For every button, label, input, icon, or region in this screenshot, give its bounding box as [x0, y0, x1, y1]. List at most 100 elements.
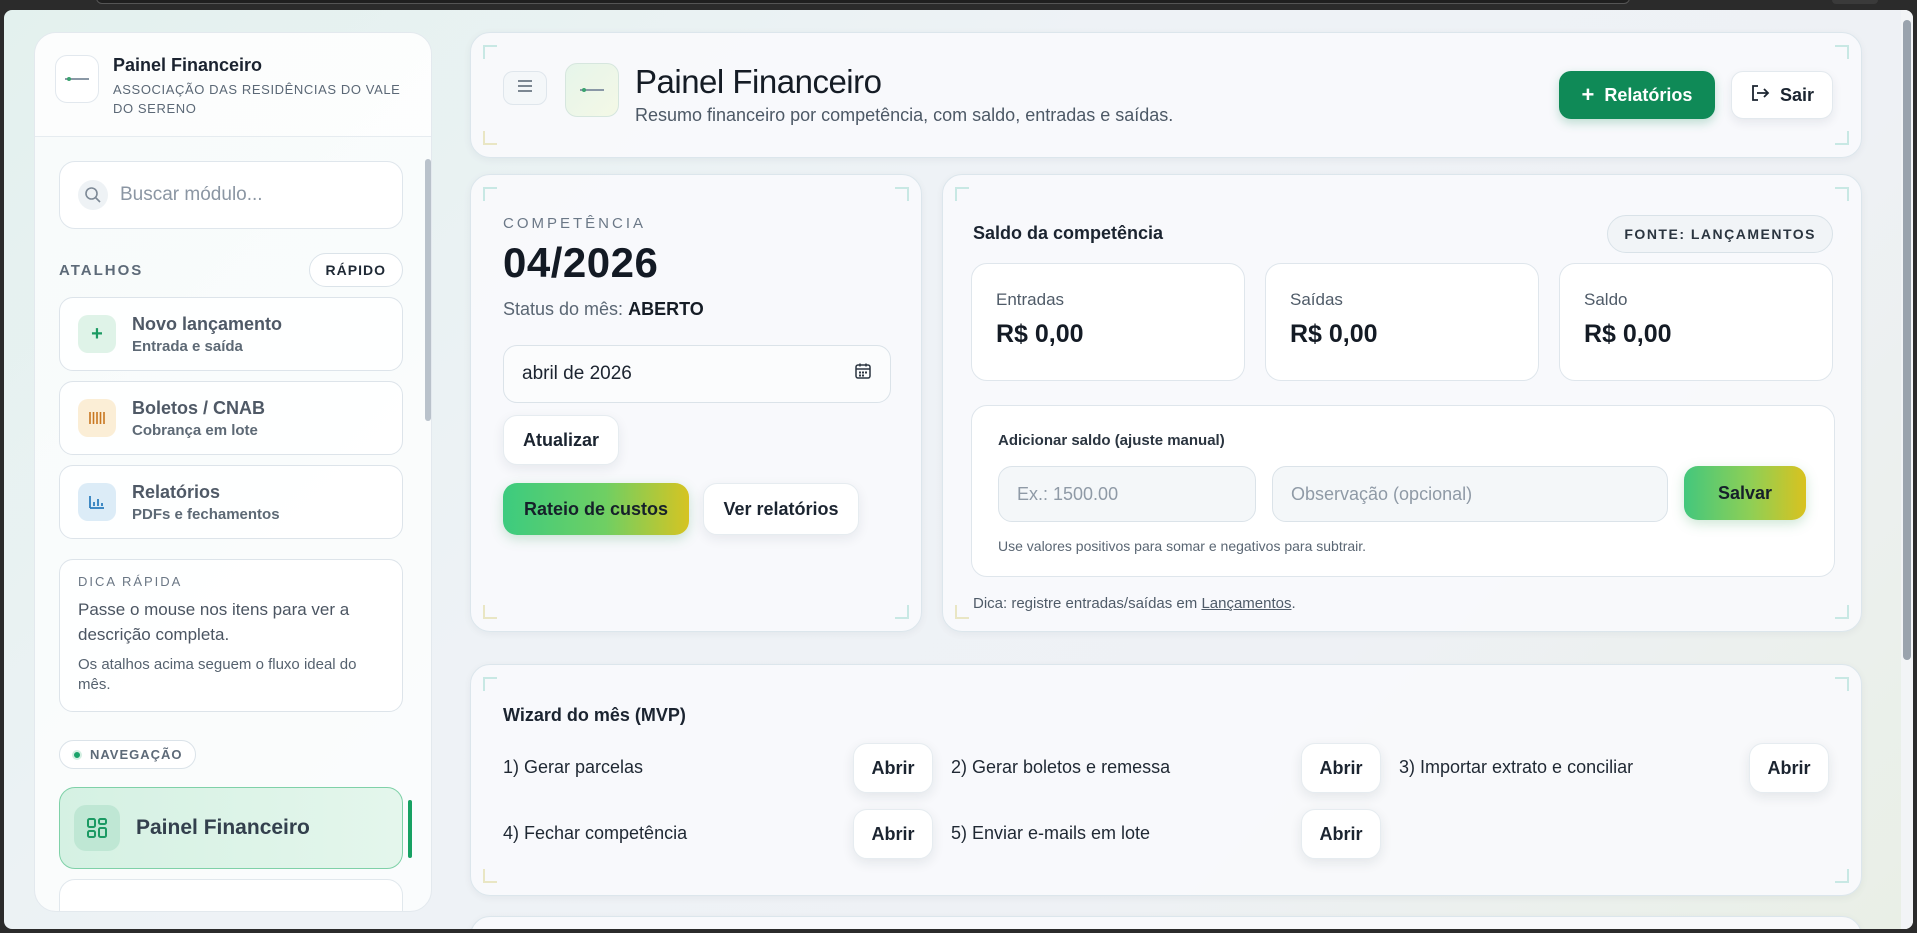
corner-decoration	[483, 605, 497, 619]
wizard-open-button[interactable]: Abrir	[853, 743, 933, 793]
page-scrollbar-track[interactable]	[1901, 10, 1913, 929]
page-title: Painel Financeiro	[635, 63, 882, 100]
metric-label: Entradas	[996, 290, 1065, 309]
plus-icon: +	[78, 315, 116, 353]
month-picker-value: abril de 2026	[522, 363, 632, 384]
metric-label: Saídas	[1290, 290, 1343, 309]
page-subtitle: Resumo financeiro por competência, com s…	[635, 105, 1174, 125]
shortcut-reports[interactable]: Relatórios PDFs e fechamentos	[59, 465, 403, 539]
page-scrollbar-thumb[interactable]	[1903, 20, 1911, 660]
calendar-icon[interactable]	[854, 362, 872, 386]
shortcut-subtitle: Cobrança em lote	[132, 421, 258, 439]
tip-label: DICA RÁPIDA	[78, 574, 183, 589]
corner-decoration	[483, 45, 497, 59]
view-reports-button[interactable]: Ver relatórios	[703, 483, 859, 535]
page-header: Painel Financeiro Resumo financeiro por …	[470, 32, 1862, 158]
corner-decoration	[895, 187, 909, 201]
reports-button-label: Relatórios	[1604, 84, 1693, 105]
wizard-open-button[interactable]: Abrir	[1301, 809, 1381, 859]
corner-decoration	[483, 869, 497, 883]
corner-decoration	[483, 677, 497, 691]
competence-card: COMPETÊNCIA 04/2026 Status do mês: ABERT…	[470, 174, 922, 632]
browser-profile[interactable]	[1832, 0, 1878, 4]
logout-button-label: Sair	[1779, 84, 1815, 105]
corner-decoration	[1835, 45, 1849, 59]
wizard-step: 1) Gerar parcelas	[503, 757, 644, 777]
adjustment-hint: Use valores positivos para somar e negat…	[998, 538, 1367, 554]
balance-tip-suffix: .	[1291, 595, 1296, 612]
corner-decoration	[1835, 677, 1849, 691]
next-section-card	[470, 916, 1862, 929]
association-logo	[55, 55, 99, 103]
shortcuts-label: ATALHOS	[59, 261, 144, 279]
wizard-open-button[interactable]: Abrir	[1749, 743, 1829, 793]
lancamentos-link[interactable]: Lançamentos	[1201, 595, 1291, 612]
corner-decoration	[955, 187, 969, 201]
corner-decoration	[895, 605, 909, 619]
corner-decoration	[1835, 131, 1849, 145]
logout-button[interactable]: Sair	[1731, 71, 1833, 119]
app-viewport: Painel Financeiro ASSOCIAÇÃO DAS RESIDÊN…	[4, 10, 1913, 929]
corner-decoration	[1835, 187, 1849, 201]
wizard-open-button[interactable]: Abrir	[1301, 743, 1381, 793]
status-dot-icon	[72, 749, 82, 760]
shortcut-title: Novo lançamento	[132, 313, 283, 334]
month-picker[interactable]: abril de 2026	[503, 345, 891, 403]
month-wizard: Wizard do mês (MVP) 1) Gerar parcelas Ab…	[470, 664, 1862, 896]
update-button[interactable]: Atualizar	[503, 415, 619, 465]
shortcut-subtitle: Entrada e saída	[132, 337, 243, 355]
balance-card: Saldo da competência FONTE: LANÇAMENTOS …	[942, 174, 1862, 632]
wizard-title: Wizard do mês (MVP)	[503, 705, 686, 725]
tip-text: Passe o mouse nos itens para ver a descr…	[78, 600, 350, 644]
save-button[interactable]: Salvar	[1684, 466, 1806, 520]
quick-tip: DICA RÁPIDA Passe o mouse nos itens para…	[59, 559, 403, 712]
corner-decoration	[1835, 605, 1849, 619]
metric-value: R$ 0,00	[1290, 320, 1378, 348]
competence-label: COMPETÊNCIA	[503, 215, 647, 232]
adjustment-title: Adicionar saldo (ajuste manual)	[998, 432, 1225, 449]
sidebar-title: Painel Financeiro	[113, 55, 263, 75]
sidebar: Painel Financeiro ASSOCIAÇÃO DAS RESIDÊN…	[34, 32, 432, 912]
sidebar-scrollbar[interactable]	[425, 159, 431, 421]
metric-entradas: Entradas R$ 0,00	[971, 263, 1245, 381]
module-search[interactable]	[59, 161, 403, 229]
header-logo	[565, 63, 619, 117]
competence-value: 04/2026	[503, 239, 659, 286]
navigation-label: NAVEGAÇÃO	[59, 740, 196, 769]
cost-split-button[interactable]: Rateio de custos	[503, 483, 689, 535]
balance-tip-text: Dica: registre entradas/saídas em	[973, 595, 1202, 612]
shortcut-title: Relatórios	[132, 481, 221, 502]
menu-toggle-button[interactable]	[503, 71, 547, 105]
shortcut-boletos[interactable]: Boletos / CNAB Cobrança em lote	[59, 381, 403, 455]
navigation-label-text: NAVEGAÇÃO	[90, 747, 183, 762]
month-status-label: Status do mês:	[503, 299, 624, 319]
source-badge: FONTE: LANÇAMENTOS	[1607, 215, 1833, 253]
address-bar[interactable]	[96, 0, 1630, 4]
metric-value: R$ 0,00	[1584, 320, 1672, 348]
search-input[interactable]	[120, 184, 380, 206]
metric-saldo: Saldo R$ 0,00	[1559, 263, 1833, 381]
active-indicator	[408, 800, 412, 858]
wizard-step: 3) Importar extrato e conciliar	[1399, 757, 1634, 777]
metric-label: Saldo	[1584, 290, 1628, 309]
shortcut-new-entry[interactable]: + Novo lançamento Entrada e saída	[59, 297, 403, 371]
month-status-value: ABERTO	[628, 299, 704, 319]
bar-chart-icon	[78, 483, 116, 521]
corner-decoration	[1835, 869, 1849, 883]
corner-decoration	[483, 187, 497, 201]
shortcut-title: Boletos / CNAB	[132, 397, 266, 418]
sidebar-header: Painel Financeiro ASSOCIAÇÃO DAS RESIDÊN…	[35, 33, 431, 137]
balance-title: Saldo da competência	[973, 223, 1164, 243]
nav-item-label: Painel Financeiro	[136, 816, 310, 839]
metric-value: R$ 0,00	[996, 320, 1084, 348]
barcode-icon	[78, 399, 116, 437]
quick-button[interactable]: RÁPIDO	[308, 253, 403, 287]
note-input[interactable]: Observação (opcional)	[1272, 466, 1668, 522]
amount-input[interactable]: Ex.: 1500.00	[998, 466, 1256, 522]
nav-item-next[interactable]	[59, 879, 403, 911]
corner-decoration	[483, 131, 497, 145]
nav-item-painel-financeiro[interactable]: Painel Financeiro	[59, 787, 412, 869]
wizard-open-button[interactable]: Abrir	[853, 809, 933, 859]
month-status: Status do mês: ABERTO	[503, 299, 704, 320]
reports-button[interactable]: + Relatórios	[1559, 71, 1715, 119]
